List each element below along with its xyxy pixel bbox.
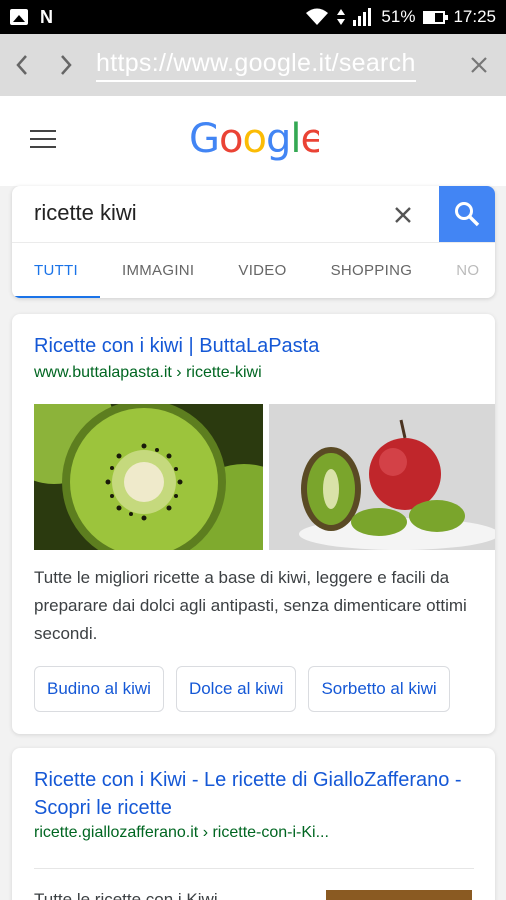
result-title-link[interactable]: Ricette con i Kiwi - Le ricette di Giall… [34, 766, 474, 822]
result-snippet: Tutte le ricette con i Kiwi [34, 890, 218, 900]
browser-toolbar: https://www.google.it/search [0, 34, 506, 96]
search-box: ricette kiwi TUTTI IMMAGINI VIDEO SHOPPI… [12, 186, 495, 298]
status-bar: N 51% 17:25 [0, 0, 506, 34]
tab-notizie[interactable]: NO [434, 243, 495, 299]
menu-button[interactable] [30, 130, 56, 154]
tab-tutti[interactable]: TUTTI [12, 243, 100, 298]
clear-search-button[interactable] [394, 196, 412, 231]
google-header: Google [0, 96, 506, 186]
search-result-card: Ricette con i Kiwi - Le ricette di Giall… [12, 748, 495, 900]
search-tabs: TUTTI IMMAGINI VIDEO SHOPPING NO [12, 242, 495, 298]
forward-button[interactable] [44, 43, 88, 87]
result-url: www.buttalapasta.it › ricette-kiwi [34, 364, 262, 381]
related-searches: Budino al kiwi Dolce al kiwi Sorbetto al… [34, 666, 450, 712]
data-transfer-icon [337, 9, 346, 25]
chevron-right-icon [61, 55, 72, 75]
tab-video[interactable]: VIDEO [216, 243, 308, 299]
search-icon [455, 202, 480, 227]
google-logo[interactable]: Google [189, 114, 319, 164]
chip-budino-al-kiwi[interactable]: Budino al kiwi [34, 666, 164, 712]
search-result-card: Ricette con i kiwi | ButtaLaPasta www.bu… [12, 314, 495, 734]
chip-dolce-al-kiwi[interactable]: Dolce al kiwi [175, 666, 297, 712]
result-snippet: Tutte le migliori ricette a base di kiwi… [34, 568, 467, 643]
kiwi-apple-image[interactable] [269, 404, 495, 550]
battery-percent: 51% [381, 7, 416, 26]
kiwi-apple-picture [269, 404, 495, 550]
close-icon [471, 57, 487, 73]
hamburger-icon-line [30, 138, 56, 140]
url-field[interactable]: https://www.google.it/search [96, 49, 416, 82]
wifi-icon [306, 8, 329, 25]
hamburger-icon-line [30, 146, 56, 148]
battery-icon [423, 10, 449, 24]
tab-shopping[interactable]: SHOPPING [309, 243, 435, 299]
signal-icon [353, 8, 372, 26]
result-image-carousel[interactable] [34, 404, 495, 550]
close-icon [395, 207, 411, 223]
result-url: ricette.giallozafferano.it › ricette-con… [34, 824, 329, 841]
n-notification-icon: N [40, 6, 53, 27]
back-button[interactable] [0, 43, 44, 87]
kiwi-slices-image[interactable] [34, 404, 263, 550]
image-notification-icon [10, 9, 28, 25]
result-title-link[interactable]: Ricette con i kiwi | ButtaLaPasta [34, 332, 319, 360]
tab-immagini[interactable]: IMMAGINI [100, 243, 216, 299]
clock: 17:25 [453, 7, 496, 26]
chevron-left-icon [16, 55, 27, 75]
chip-sorbetto-al-kiwi[interactable]: Sorbetto al kiwi [308, 666, 450, 712]
search-button[interactable] [439, 186, 495, 242]
hamburger-icon [30, 130, 56, 132]
close-tab-button[interactable] [470, 49, 488, 81]
kiwi-slices-picture [34, 404, 263, 550]
divider [34, 868, 474, 869]
result-thumbnail[interactable] [326, 890, 472, 900]
search-input[interactable]: ricette kiwi [34, 200, 137, 226]
svg-text:Google: Google [189, 116, 319, 162]
